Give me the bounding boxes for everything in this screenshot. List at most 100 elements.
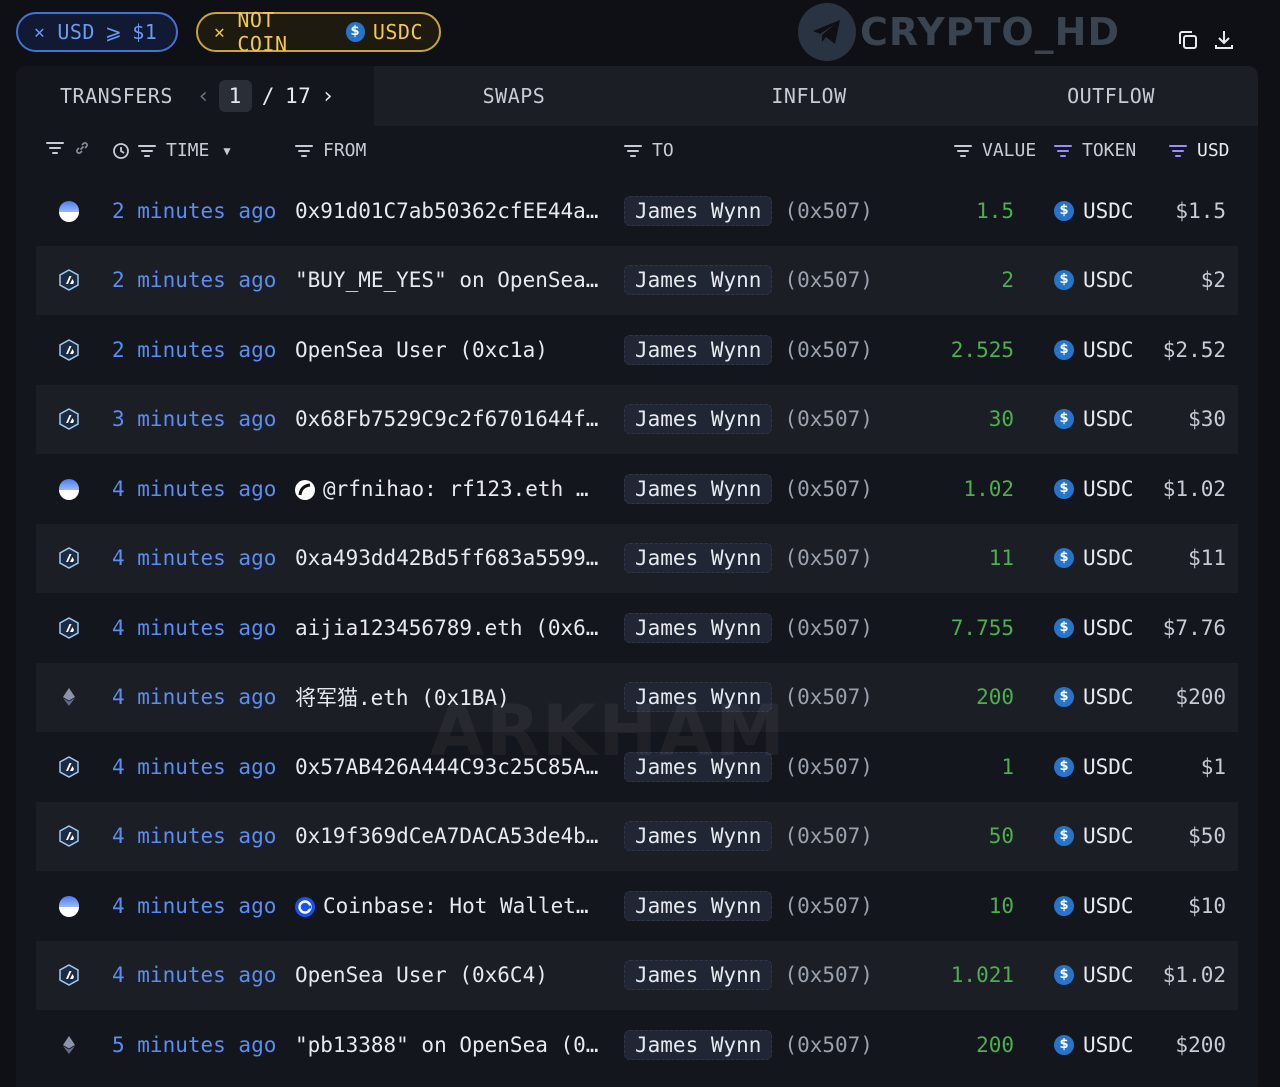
- token-cell[interactable]: $ USDC: [1054, 824, 1134, 848]
- from-entity[interactable]: OpenSea User (0xc1a): [295, 338, 601, 362]
- to-entity-name[interactable]: James Wynn: [624, 890, 773, 921]
- time-link[interactable]: 2 minutes ago: [112, 338, 276, 362]
- to-entity[interactable]: James Wynn (0x507): [624, 960, 873, 991]
- time-link[interactable]: 2 minutes ago: [112, 268, 276, 292]
- time-link[interactable]: 4 minutes ago: [112, 546, 276, 570]
- table-row[interactable]: 4 minutes ago 0x19f369dCeA7DACA53de4b… Jam…: [36, 801, 1238, 871]
- time-link[interactable]: 4 minutes ago: [112, 894, 276, 918]
- token-cell[interactable]: $ USDC: [1054, 199, 1134, 223]
- download-icon[interactable]: [1212, 28, 1236, 52]
- time-link[interactable]: 4 minutes ago: [112, 685, 276, 709]
- from-entity[interactable]: aijia123456789.eth (0x6…: [295, 616, 601, 640]
- token-cell[interactable]: $ USDC: [1054, 963, 1134, 987]
- table-row[interactable]: 2 minutes ago "BUY_ME_YES" on OpenSea… Jam…: [36, 245, 1238, 315]
- to-entity-name[interactable]: James Wynn: [624, 334, 773, 365]
- from-column-header[interactable]: FROM: [295, 140, 366, 161]
- from-entity[interactable]: "pb13388" on OpenSea (0…: [295, 1033, 601, 1057]
- to-entity[interactable]: James Wynn (0x507): [624, 751, 873, 782]
- token-cell[interactable]: $ USDC: [1054, 268, 1134, 292]
- to-entity[interactable]: James Wynn (0x507): [624, 473, 873, 504]
- to-entity-name[interactable]: James Wynn: [624, 682, 773, 713]
- table-row[interactable]: 5 minutes ago "pb13388" on OpenSea (0… Jam…: [36, 1010, 1238, 1080]
- to-entity[interactable]: James Wynn (0x507): [624, 821, 873, 852]
- to-entity[interactable]: James Wynn (0x507): [624, 404, 873, 435]
- to-entity[interactable]: James Wynn (0x507): [624, 1029, 873, 1060]
- token-cell[interactable]: $ USDC: [1054, 616, 1134, 640]
- from-entity[interactable]: 0xa493dd42Bd5ff683a5599…: [295, 546, 601, 570]
- from-entity[interactable]: "BUY_ME_YES" on OpenSea…: [295, 268, 601, 292]
- to-entity-name[interactable]: James Wynn: [624, 960, 773, 991]
- to-entity-name[interactable]: James Wynn: [624, 751, 773, 782]
- remove-filter-icon[interactable]: ✕: [34, 22, 45, 43]
- sort-down-icon[interactable]: ▼: [223, 144, 230, 158]
- token-cell[interactable]: $ USDC: [1054, 894, 1134, 918]
- from-entity[interactable]: 0x68Fb7529C9c2f6701644f…: [295, 407, 601, 431]
- from-entity[interactable]: 0x91d01C7ab50362cfEE44a…: [295, 199, 601, 223]
- to-entity[interactable]: James Wynn (0x507): [624, 195, 873, 226]
- table-row[interactable]: 3 minutes ago 0x68Fb7529C9c2f6701644f… Jam…: [36, 384, 1238, 454]
- token-cell[interactable]: $ USDC: [1054, 1033, 1134, 1057]
- time-link[interactable]: 4 minutes ago: [112, 477, 276, 501]
- token-cell[interactable]: $ USDC: [1054, 407, 1134, 431]
- tab-outflow[interactable]: OUTFLOW: [964, 66, 1258, 126]
- time-link[interactable]: 2 minutes ago: [112, 199, 276, 223]
- to-column-header[interactable]: TO: [624, 140, 674, 161]
- from-entity[interactable]: 0x19f369dCeA7DACA53de4b…: [295, 824, 601, 848]
- chevron-left-icon[interactable]: ‹: [197, 84, 211, 109]
- chain-filter[interactable]: [46, 140, 90, 156]
- from-entity[interactable]: Coinbase: Hot Wallet …: [295, 894, 601, 918]
- copy-icon[interactable]: [1176, 28, 1200, 52]
- token-column-header[interactable]: TOKEN: [1054, 140, 1136, 161]
- to-entity[interactable]: James Wynn (0x507): [624, 890, 873, 921]
- table-row[interactable]: 2 minutes ago 0x91d01C7ab50362cfEE44a… Jam…: [36, 176, 1238, 246]
- table-row[interactable]: 4 minutes ago OpenSea User (0x6C4) James W…: [36, 940, 1238, 1010]
- table-row[interactable]: 4 minutes ago 将军猫.eth (0x1BA) James Wynn (0…: [36, 662, 1238, 732]
- from-entity[interactable]: 0x57AB426A444C93c25C85A…: [295, 755, 601, 779]
- from-entity[interactable]: 将军猫.eth (0x1BA): [295, 682, 601, 712]
- token-cell[interactable]: $ USDC: [1054, 338, 1134, 362]
- tab-inflow[interactable]: INFLOW: [654, 66, 964, 126]
- table-row[interactable]: 4 minutes ago 0xa493dd42Bd5ff683a5599… Jam…: [36, 523, 1238, 593]
- to-entity[interactable]: James Wynn (0x507): [624, 612, 873, 643]
- to-entity-name[interactable]: James Wynn: [624, 821, 773, 852]
- to-entity-name[interactable]: James Wynn: [624, 195, 773, 226]
- time-link[interactable]: 4 minutes ago: [112, 616, 276, 640]
- to-entity[interactable]: James Wynn (0x507): [624, 543, 873, 574]
- from-entity[interactable]: OpenSea User (0x6C4): [295, 963, 601, 987]
- token-cell[interactable]: $ USDC: [1054, 685, 1134, 709]
- time-link[interactable]: 4 minutes ago: [112, 824, 276, 848]
- to-entity-name[interactable]: James Wynn: [624, 612, 773, 643]
- from-entity[interactable]: @rfnihao: rf123.eth (…: [295, 477, 601, 501]
- to-entity-name[interactable]: James Wynn: [624, 404, 773, 435]
- token-cell[interactable]: $ USDC: [1054, 546, 1134, 570]
- to-entity-name[interactable]: James Wynn: [624, 1029, 773, 1060]
- to-entity-name[interactable]: James Wynn: [624, 265, 773, 296]
- tab-transfers[interactable]: TRANSFERS ‹ 1 / 17 ›: [16, 66, 374, 126]
- coin-filter-chip[interactable]: ✕ NOT COIN $ USDC: [196, 8, 441, 56]
- usd-column-header[interactable]: USD: [1169, 140, 1230, 161]
- table-row[interactable]: 4 minutes ago aijia123456789.eth (0x6… Jam…: [36, 593, 1238, 663]
- table-row[interactable]: 4 minutes ago 0x57AB426A444C93c25C85A… Jam…: [36, 732, 1238, 802]
- tab-swaps[interactable]: SWAPS: [374, 66, 654, 126]
- time-link[interactable]: 5 minutes ago: [112, 1033, 276, 1057]
- to-entity-name[interactable]: James Wynn: [624, 543, 773, 574]
- time-link[interactable]: 4 minutes ago: [112, 755, 276, 779]
- to-entity[interactable]: James Wynn (0x507): [624, 682, 873, 713]
- remove-filter-icon[interactable]: ✕: [214, 22, 225, 43]
- time-link[interactable]: 3 minutes ago: [112, 407, 276, 431]
- time-link[interactable]: 4 minutes ago: [112, 963, 276, 987]
- usd-filter-chip[interactable]: ✕ USD ⩾ $1: [16, 12, 178, 52]
- table-row[interactable]: 2 minutes ago OpenSea User (0xc1a) James W…: [36, 315, 1238, 385]
- time-column-header[interactable]: TIME ▼: [112, 140, 231, 161]
- chevron-right-icon[interactable]: ›: [321, 84, 335, 109]
- to-entity[interactable]: James Wynn (0x507): [624, 265, 873, 296]
- link-icon[interactable]: [74, 140, 90, 156]
- current-page[interactable]: 1: [218, 80, 252, 112]
- table-row[interactable]: 4 minutes ago Coinbase: Hot Wallet … James…: [36, 871, 1238, 941]
- to-entity[interactable]: James Wynn (0x507): [624, 334, 873, 365]
- token-cell[interactable]: $ USDC: [1054, 477, 1134, 501]
- value-column-header[interactable]: VALUE: [954, 140, 1036, 161]
- table-row[interactable]: 4 minutes ago @rfnihao: rf123.eth (… James…: [36, 454, 1238, 524]
- to-entity-name[interactable]: James Wynn: [624, 473, 773, 504]
- token-cell[interactable]: $ USDC: [1054, 755, 1134, 779]
